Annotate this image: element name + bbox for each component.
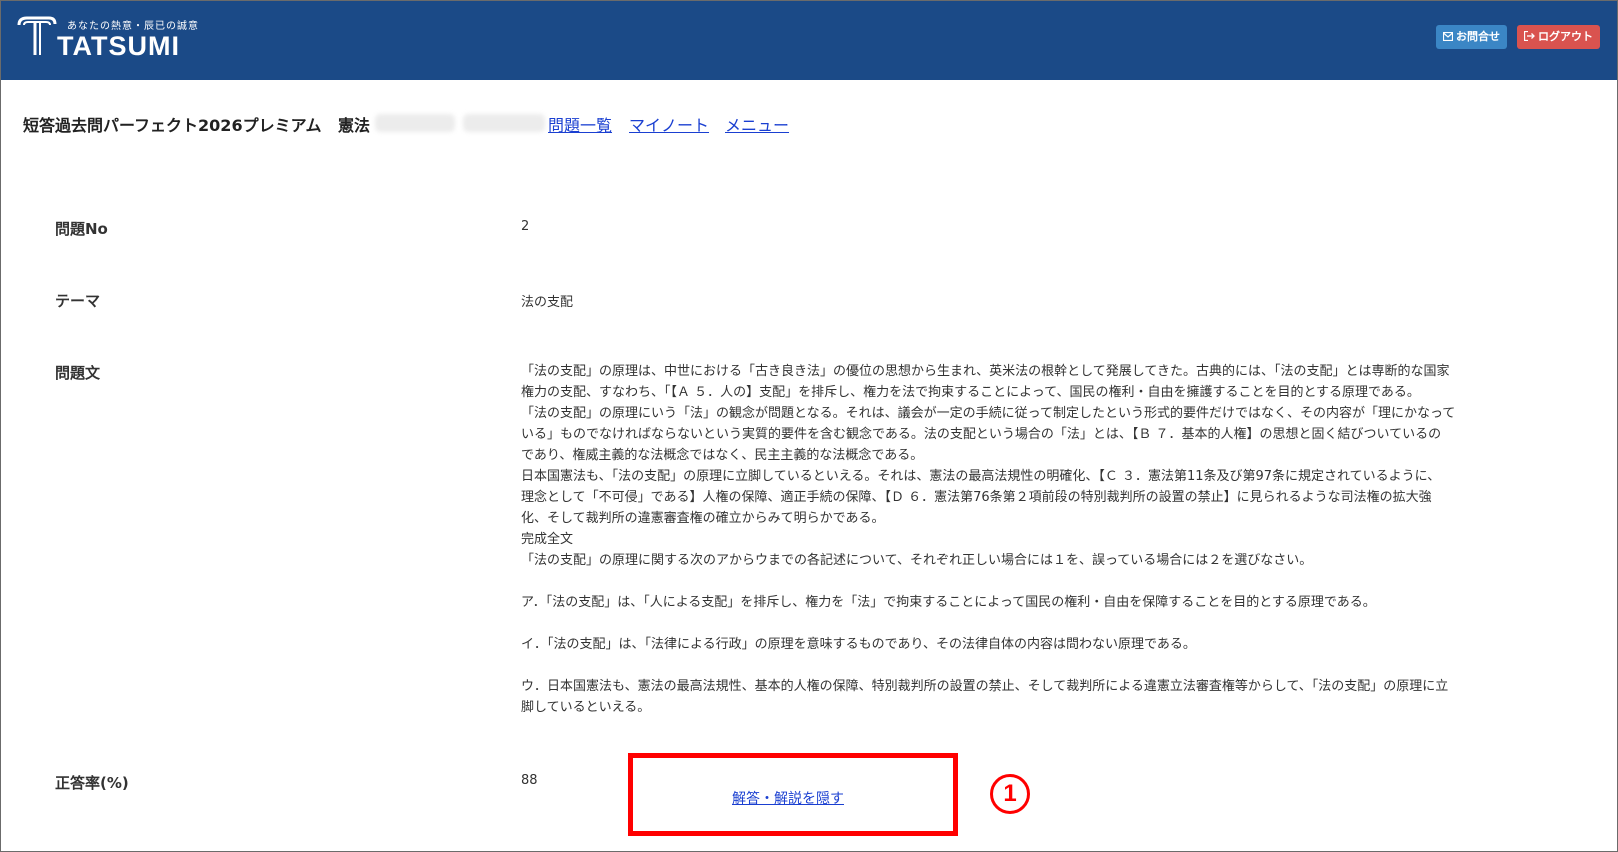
question-number-label: 問題No <box>55 220 108 238</box>
question-line: 「法の支配」の原理は、中世における「古き良き法」の優位の思想から生まれ、英米法の… <box>521 364 1450 379</box>
question-line: 理念として「不可侵」である】人権の保障、適正手続の保障、【Ｄ ６．憲法第76条第… <box>521 490 1432 505</box>
question-line: いる」ものでなければならないという実質的要件を含む観念である。法の支配という場合… <box>521 427 1442 442</box>
question-text: 「法の支配」の原理は、中世における「古き良き法」の優位の思想から生まれ、英米法の… <box>521 361 1561 718</box>
brand-tagline: あなたの熱意・辰已の誠意 <box>67 21 199 32</box>
question-line: 日本国憲法も、「法の支配」の原理に立脚しているといえる。それは、憲法の最高法規性… <box>521 469 1441 484</box>
contact-label: お問合せ <box>1456 30 1500 43</box>
question-number-value: 2 <box>521 219 530 234</box>
statement-i: イ．「法の支配」は、「法律による行政」の原理を意味するものであり、その法律自体の… <box>521 637 1196 652</box>
redacted-text <box>463 114 545 132</box>
link-my-note[interactable]: マイノート <box>629 112 709 136</box>
question-line: 権力の支配、すなわち、「【Ａ ５．人の】支配」を排斥し、権力を法で拘束することに… <box>521 385 1420 400</box>
subject-name: 憲法 <box>338 116 371 135</box>
tatsumi-mark-icon <box>17 16 57 55</box>
statement-u: 脚しているといえる。 <box>521 700 651 715</box>
contact-button[interactable]: お問合せ <box>1436 25 1507 49</box>
question-line: 「法の支配」の原理にいう「法」の観念が問題となる。それは、議会が一定の手続に従っ… <box>521 406 1456 421</box>
logout-label: ログアウト <box>1538 30 1593 43</box>
question-line: 「法の支配」の原理に関する次のアからウまでの各記述について、それぞれ正しい場合に… <box>521 553 1313 568</box>
theme-value: 法の支配 <box>521 295 574 310</box>
course-title: 短答過去問パーフェクト2026プレミアム <box>23 116 322 135</box>
toggle-answer-link[interactable]: 解答・解説を隠す <box>732 788 844 808</box>
link-menu[interactable]: メニュー <box>725 112 789 136</box>
tatsumi-logo[interactable]: あなたの熱意・辰已の誠意 TATSUMI <box>15 15 215 65</box>
question-text-label: 問題文 <box>55 364 101 382</box>
brand-name: TATSUMI <box>57 31 180 61</box>
mail-icon <box>1443 32 1453 41</box>
redacted-text <box>375 114 455 132</box>
statement-u: ウ．日本国憲法も、憲法の最高法規性、基本的人権の保障、特別裁判所の設置の禁止、そ… <box>521 679 1449 694</box>
logout-button[interactable]: ログアウト <box>1517 25 1600 49</box>
correct-rate-value: 88 <box>521 773 538 788</box>
correct-rate-label: 正答率(%) <box>55 774 129 792</box>
question-line: 完成全文 <box>521 532 574 547</box>
link-question-list[interactable]: 問題一覧 <box>548 112 612 136</box>
question-line: であり、権威主義的な法概念ではなく、民主主義的な法概念である。 <box>521 448 924 463</box>
site-header: あなたの熱意・辰已の誠意 TATSUMI お問合せ ログアウト <box>1 1 1617 80</box>
theme-label: テーマ <box>55 292 101 310</box>
question-line: 化、そして裁判所の違憲審査権の確立からみて明らかである。 <box>521 511 885 526</box>
app-frame: あなたの熱意・辰已の誠意 TATSUMI お問合せ ログアウト 短答過去問パーフ… <box>0 0 1618 852</box>
step-marker: 1 <box>990 774 1030 814</box>
logout-icon <box>1524 31 1535 41</box>
statement-a: ア．「法の支配」は、「人による支配」を排斥し、権力を「法」で拘束することによって… <box>521 595 1376 610</box>
